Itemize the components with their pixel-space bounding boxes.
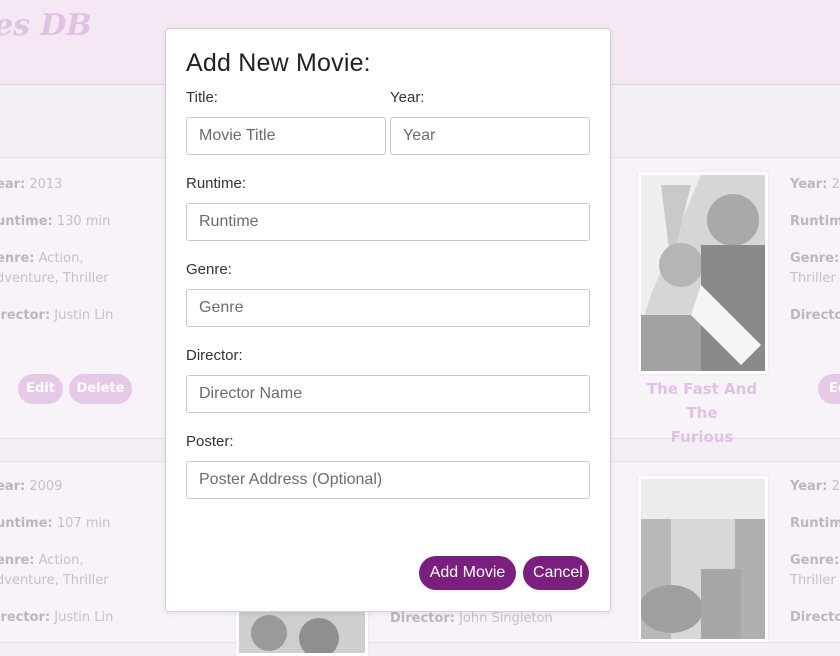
- director-label: Director:: [390, 611, 455, 626]
- director-label: Directo: [790, 308, 840, 323]
- director-value: Justin Lin: [54, 308, 114, 323]
- runtime-label: Runtim: [790, 214, 840, 229]
- year-value: 20: [831, 177, 840, 192]
- add-movie-modal: Add New Movie: Title: Year: Runtime: Gen…: [165, 28, 611, 612]
- runtime-label: Runtime:: [186, 175, 247, 192]
- runtime-label: untime:: [0, 516, 53, 531]
- genre-value: Action,: [38, 553, 84, 568]
- genre-label: enre:: [0, 553, 35, 568]
- director-value: Justin Lin: [54, 610, 114, 625]
- genre-value: Thriller: [790, 271, 836, 286]
- modal-title: Add New Movie:: [186, 49, 371, 77]
- runtime-input[interactable]: [186, 203, 590, 241]
- runtime-label: Runtim: [790, 516, 840, 531]
- movie-details: Year: 20 Runtim Genre: Thriller Directo: [790, 175, 840, 343]
- cancel-button[interactable]: Cancel: [523, 556, 589, 590]
- runtime-label: untime:: [0, 214, 53, 229]
- poster-image: [641, 175, 765, 371]
- title-input[interactable]: [186, 117, 386, 155]
- year-label: Year:: [390, 89, 425, 106]
- title-label: Title:: [186, 89, 218, 106]
- runtime-value: 130 min: [56, 214, 111, 229]
- movie-poster[interactable]: [638, 172, 768, 374]
- director-label: Directo: [790, 610, 840, 625]
- genre-input[interactable]: [186, 289, 590, 327]
- director-label: Director:: [186, 347, 243, 364]
- year-label: Year:: [790, 177, 828, 192]
- runtime-value: 107 min: [56, 516, 111, 531]
- movie-details: Year: 20 Runtim Genre: Thriller Directo: [790, 477, 840, 645]
- director-label: irector:: [0, 610, 51, 625]
- movie-title-line2: Furious: [670, 428, 734, 446]
- genre-value: Action,: [38, 251, 84, 266]
- year-label: Year:: [790, 479, 828, 494]
- director-input[interactable]: [186, 375, 590, 413]
- movie-title[interactable]: The Fast And The Furious: [632, 377, 772, 449]
- movie-details: ear: 2009 untime: 107 min enre: Action, d…: [0, 477, 113, 645]
- genre-value: Thriller: [790, 573, 836, 588]
- genre-value-cont: dventure, Thriller: [0, 573, 109, 588]
- director-label: irector:: [0, 308, 51, 323]
- movie-title-line1: The Fast And The: [646, 380, 758, 422]
- movie-poster[interactable]: [638, 476, 768, 642]
- year-value: 2009: [29, 479, 63, 494]
- year-input[interactable]: [390, 117, 590, 155]
- genre-label: Genre:: [186, 261, 232, 278]
- poster-image: [641, 479, 765, 639]
- poster-label: Poster:: [186, 433, 234, 450]
- year-value: 20: [831, 479, 840, 494]
- director-value: John Singleton: [459, 611, 553, 626]
- year-value: 2013: [29, 177, 63, 192]
- genre-label: Genre:: [790, 251, 840, 266]
- app-brand: es DB: [0, 8, 92, 43]
- movie-details: Director: John Singleton: [390, 609, 553, 646]
- delete-button[interactable]: Delete: [69, 374, 132, 404]
- genre-value-cont: dventure, Thriller: [0, 271, 109, 286]
- year-label: ear:: [0, 177, 26, 192]
- poster-input[interactable]: [186, 461, 590, 499]
- movie-details: ear: 2013 untime: 130 min enre: Action, d…: [0, 175, 113, 343]
- genre-label: Genre:: [790, 553, 840, 568]
- add-movie-button[interactable]: Add Movie: [419, 556, 516, 590]
- year-label: ear:: [0, 479, 26, 494]
- edit-button[interactable]: Edit: [18, 374, 63, 404]
- genre-label: enre:: [0, 251, 35, 266]
- edit-button[interactable]: Ed: [818, 374, 840, 404]
